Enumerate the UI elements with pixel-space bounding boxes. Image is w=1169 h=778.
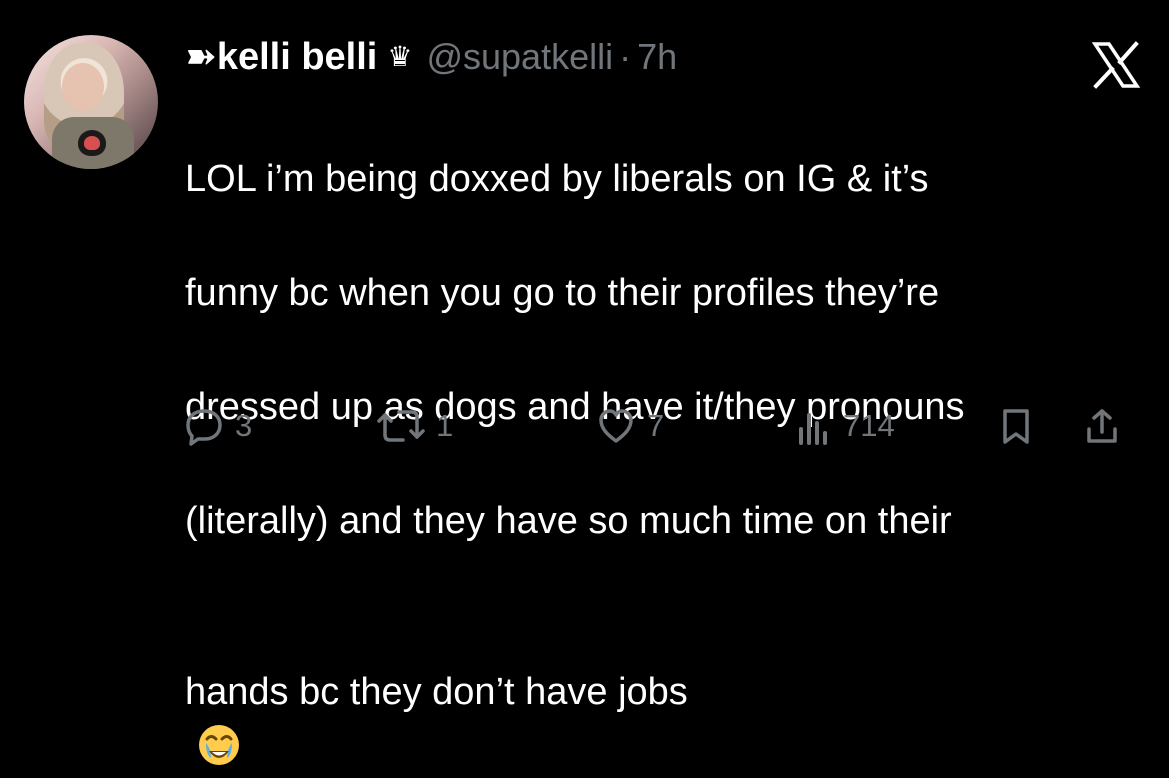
tweet-line-4: (literally) and they have so much time o… (185, 500, 952, 542)
avatar[interactable] (24, 35, 158, 169)
reply-icon (186, 409, 222, 446)
share-icon (1087, 409, 1117, 443)
author-handle[interactable]: @supatkelli (426, 34, 613, 80)
reply-count: 3 (235, 408, 253, 443)
views-button[interactable]: 714 (793, 402, 895, 450)
author-display-name[interactable]: ➽kelli belli (185, 34, 377, 80)
tweet-header: ➽kelli belli ♛ @supatkelli · 7h (185, 34, 677, 80)
bookmark-button[interactable] (995, 402, 1037, 450)
tweet-line-5: hands bc they don’t have jobs (185, 607, 1105, 765)
x-logo-icon (1091, 41, 1141, 89)
avatar-shirt-graphic (78, 130, 106, 156)
repost-icon (377, 410, 425, 442)
reply-button[interactable]: 3 (183, 402, 252, 450)
like-count: 7 (647, 408, 665, 443)
crown-icon: ♛ (387, 41, 413, 72)
tweet-line-5-text: hands bc they don’t have jobs (185, 671, 688, 713)
crying-face-emoji (199, 725, 239, 765)
tweet-line-1: LOL i’m being doxxed by liberals on IG &… (185, 158, 929, 200)
tweet-line-2: funny bc when you go to their profiles t… (185, 272, 940, 314)
avatar-face (62, 63, 104, 111)
repost-button[interactable]: 1 (376, 402, 453, 450)
repost-count: 1 (436, 408, 454, 443)
views-icon (799, 413, 827, 445)
views-count: 714 (843, 408, 895, 443)
bookmark-icon (1003, 409, 1029, 444)
meta-separator: · (619, 36, 632, 77)
like-button[interactable]: 7 (595, 402, 664, 450)
share-button[interactable] (1081, 402, 1123, 450)
post-time[interactable]: 7h (637, 34, 677, 80)
heart-icon (599, 409, 633, 443)
tweet-card: ➽kelli belli ♛ @supatkelli · 7h LOL i’m … (0, 0, 1169, 765)
tweet-actions: 3 1 7 714 (183, 402, 1143, 450)
